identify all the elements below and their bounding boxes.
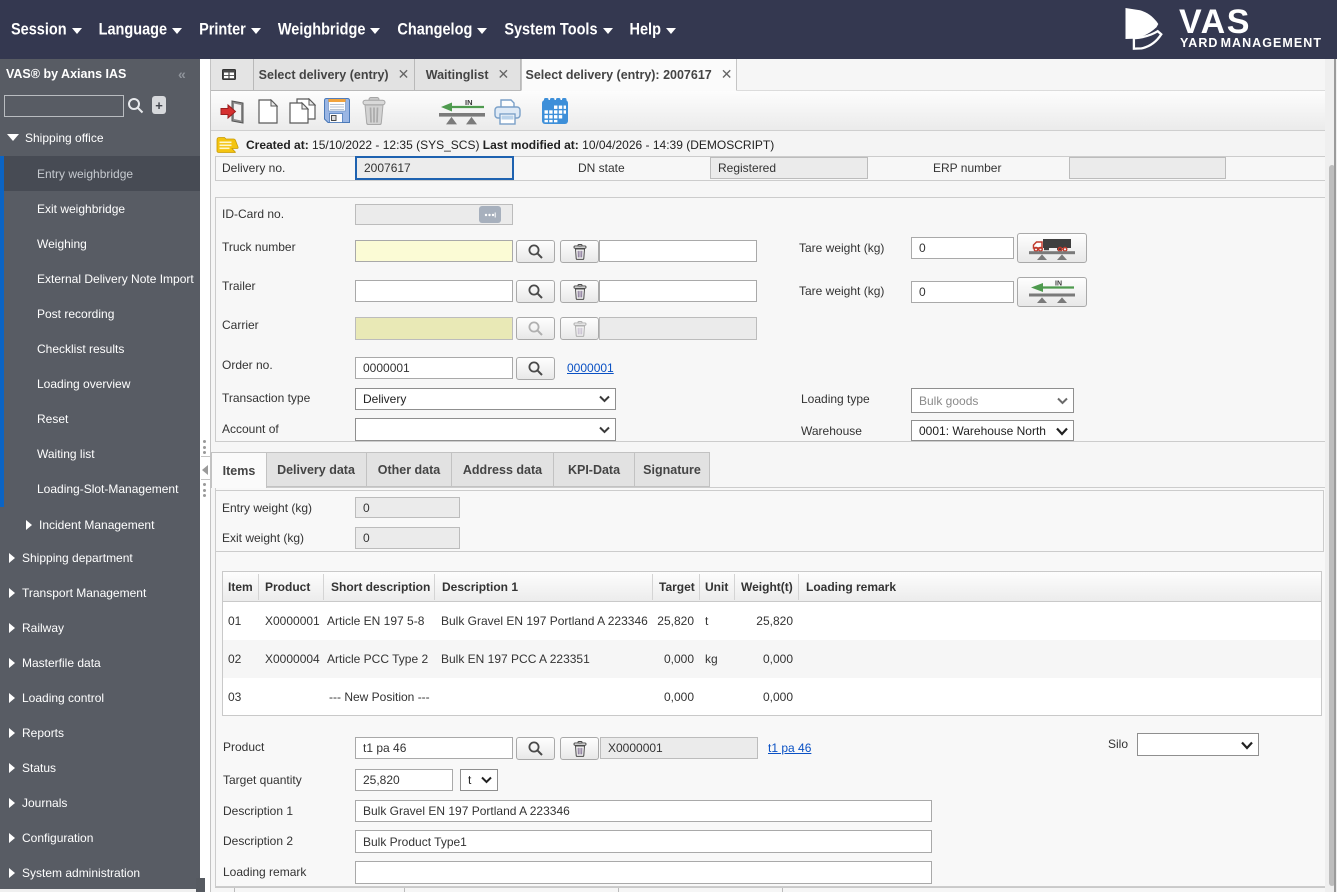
- svg-text:IN: IN: [465, 98, 473, 107]
